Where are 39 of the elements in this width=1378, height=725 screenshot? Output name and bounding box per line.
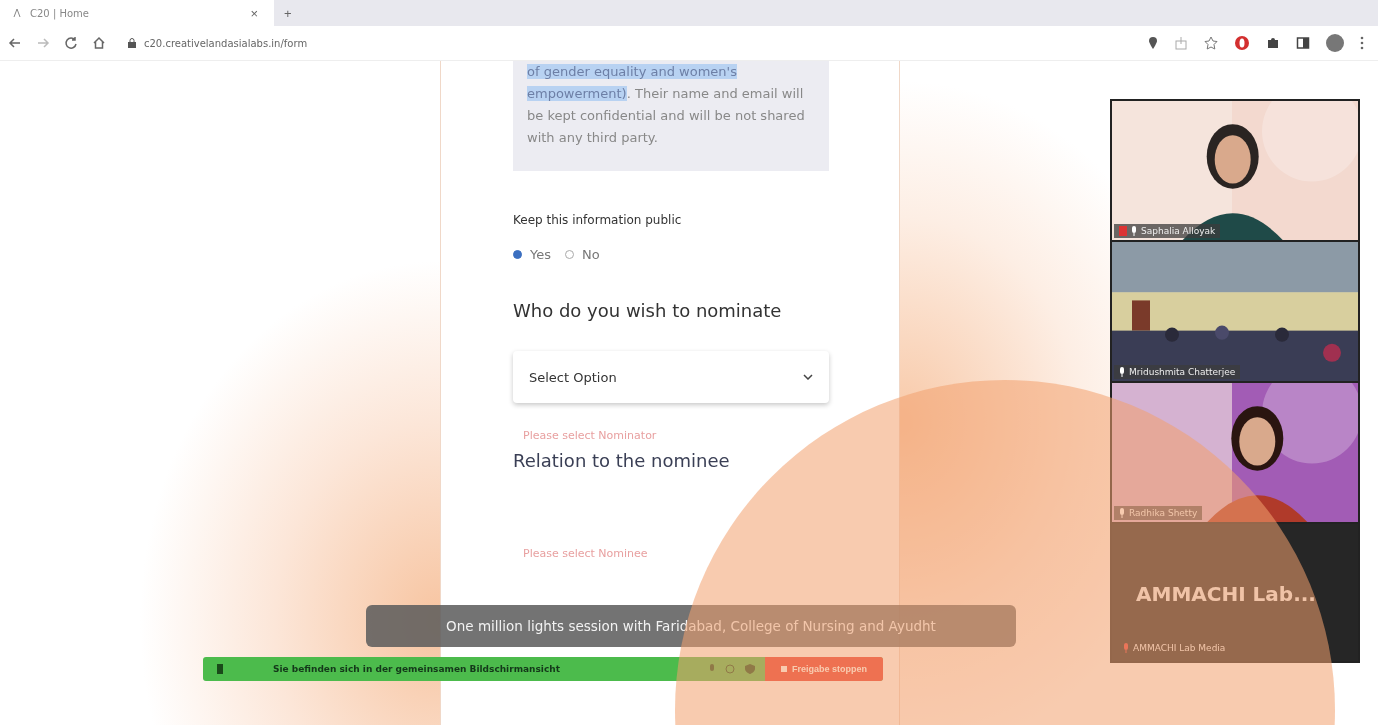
radio-button[interactable] [513,250,522,259]
reload-icon[interactable] [64,36,78,50]
share-message: Sie befinden sich in der gemeinsamen Bildschirmansicht [273,664,561,674]
logo-icon [12,8,22,18]
menu-icon[interactable] [1360,36,1364,50]
close-tab-button[interactable]: × [246,5,262,21]
new-tab-button[interactable]: + [274,0,1378,26]
participant-name: AMMACHI Lab Media [1118,641,1231,655]
field-label: Keep this information public [513,213,683,227]
section-heading: Who do you wish to nominate [513,300,783,321]
participant-name: Mridushmita Chatterjee [1114,365,1241,379]
section-heading: Relation to the nominee [513,450,731,471]
browser-tab[interactable]: C20 | Home × [0,0,274,26]
muted-mic-icon [1119,226,1127,236]
microphone-icon [1131,226,1137,236]
home-icon[interactable] [92,36,106,50]
muted-mic-icon [1123,643,1129,653]
microphone-icon [1119,367,1125,377]
radio-label: No [582,247,600,262]
participant-name: Saphalia Alloyak [1114,224,1221,238]
grip-icon[interactable] [217,664,223,674]
caption: One million lights session with Faridabad, College of Nursing and Ayudht [366,605,1016,647]
back-icon[interactable] [8,36,22,50]
lock-icon [128,38,136,48]
extension-icon[interactable] [1234,35,1250,51]
microphone-icon [1119,508,1125,518]
participant-name: Radhika Shetty [1114,506,1203,520]
star-icon[interactable] [1204,36,1218,50]
location-pin-icon[interactable] [1148,36,1158,50]
radio-label: Yes [530,247,551,262]
chevron-icon [803,374,813,380]
nominee-select[interactable]: Select Option [513,351,829,403]
privacy-notice: of gender equality and women's empowerment). Their name and email will be kept confidential and will be not shared with any third party. [527,63,806,147]
sidebar-icon[interactable] [1296,36,1310,50]
tile-name: AMMACHI Lab... [1136,582,1316,606]
error-message: Please select Nominee [522,547,649,560]
tab-title: C20 | Home [30,7,90,19]
avatar[interactable] [1326,34,1344,52]
error-message: Please select Nominator [522,429,658,442]
